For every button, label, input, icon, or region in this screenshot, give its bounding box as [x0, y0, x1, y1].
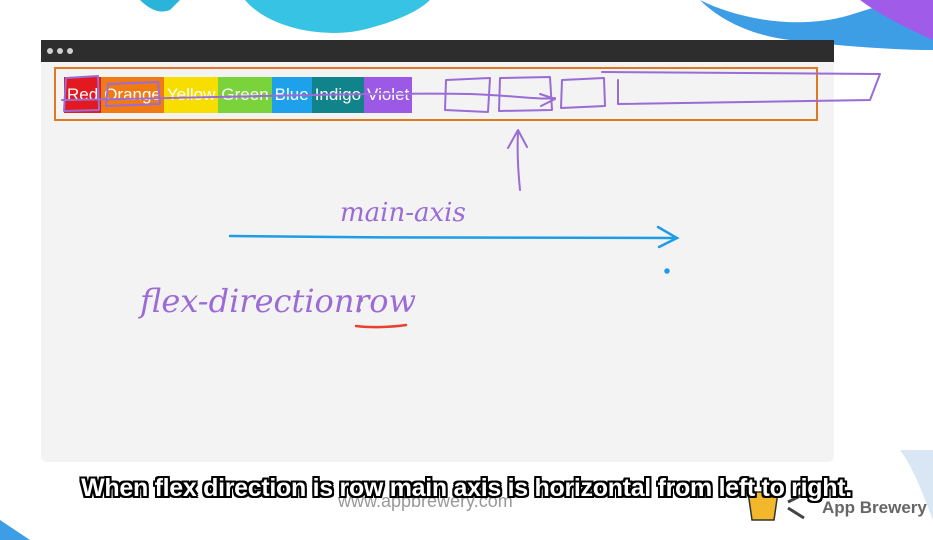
video-caption: When flex direction is row main axis is … — [81, 474, 852, 502]
sketch-box-3 — [560, 77, 606, 109]
sketch-box-2 — [498, 76, 553, 112]
dot-mark — [664, 268, 670, 274]
sketch-arrowhead — [539, 93, 556, 107]
row-underline — [354, 323, 408, 329]
sketch-line-through-items — [61, 92, 556, 101]
sketch-annotations — [61, 71, 881, 329]
main-axis-arrow — [228, 225, 680, 249]
row-value: row — [354, 282, 416, 320]
sketch-box-orange — [105, 81, 161, 107]
up-arrow — [507, 129, 528, 191]
main-axis-label: main-axis — [340, 198, 466, 228]
flex-direction-label: flex-direction: — [140, 282, 366, 320]
sketch-box-red — [63, 75, 100, 112]
sketch-box-4 — [601, 71, 881, 105]
